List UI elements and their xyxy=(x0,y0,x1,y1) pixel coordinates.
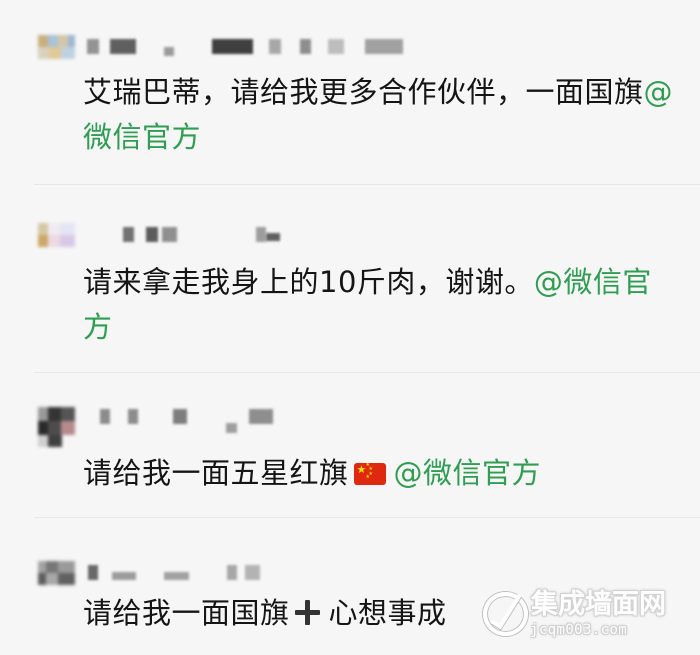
comment-item: 艾瑞巴蒂，请给我更多合作伙伴，一面国旗@微信官方 xyxy=(0,0,700,184)
username-blurred[interactable] xyxy=(87,39,99,54)
username-blurred xyxy=(269,39,281,54)
comment-header xyxy=(38,223,698,249)
avatar[interactable] xyxy=(38,561,75,585)
watermark-url: jcqm003.com xyxy=(530,622,628,638)
username-blurred xyxy=(245,565,260,580)
comment-text: 艾瑞巴蒂，请给我更多合作伙伴，一面国旗@微信官方 xyxy=(83,70,676,160)
username-blurred xyxy=(110,39,136,54)
username-blurred xyxy=(365,39,403,54)
username-blurred xyxy=(173,409,187,424)
avatar[interactable] xyxy=(38,223,75,247)
comment-body-suffix: 心想事成 xyxy=(328,596,447,630)
watermark: 集成墙面网 jcqm003.com xyxy=(483,589,688,640)
comment-header xyxy=(38,561,698,587)
avatar[interactable] xyxy=(38,407,75,447)
username-blurred xyxy=(226,423,237,433)
username-blurred xyxy=(162,227,177,242)
username-blurred xyxy=(146,227,158,242)
comment-text: 请来拿走我身上的10斤肉，谢谢。@微信官方 xyxy=(83,260,676,350)
username-blurred xyxy=(328,39,344,54)
watermark-brand: 集成墙面网 xyxy=(531,589,666,620)
comment-body: 请给我一面五星红旗 xyxy=(83,456,349,490)
comment-item: 请来拿走我身上的10斤肉，谢谢。@微信官方 xyxy=(0,185,700,372)
username-blurred xyxy=(164,572,189,580)
username-blurred xyxy=(249,409,273,424)
comment-item: 请给我一面五星红旗 ★ ★ ★ ★ ★ @微信官方 xyxy=(0,373,700,517)
comment-header xyxy=(38,407,698,447)
username-blurred xyxy=(212,39,253,54)
username-blurred[interactable] xyxy=(100,409,110,424)
username-blurred xyxy=(256,227,266,242)
username-blurred xyxy=(112,572,136,580)
mention-link[interactable]: @微信官方 xyxy=(394,456,542,490)
username-blurred xyxy=(227,565,237,580)
username-blurred[interactable] xyxy=(88,565,98,580)
china-flag-icon: ★ ★ ★ ★ ★ xyxy=(353,463,386,485)
username-blurred xyxy=(300,39,311,54)
plus-icon xyxy=(294,599,321,626)
avatar[interactable] xyxy=(38,35,75,59)
comment-header xyxy=(38,35,698,61)
comment-body: 请来拿走我身上的10斤肉，谢谢。 xyxy=(83,265,534,299)
username-blurred[interactable] xyxy=(123,227,134,242)
comment-body: 艾瑞巴蒂，请给我更多合作伙伴，一面国旗 xyxy=(83,75,644,109)
username-blurred xyxy=(164,47,174,56)
username-blurred xyxy=(266,233,280,241)
comment-body: 请给我一面国旗 xyxy=(83,596,290,630)
comment-text: 请给我一面五星红旗 ★ ★ ★ ★ ★ @微信官方 xyxy=(83,451,676,496)
username-blurred xyxy=(128,409,138,424)
comment-feed: 艾瑞巴蒂，请给我更多合作伙伴，一面国旗@微信官方 请来拿走我身上的10斤肉，谢谢… xyxy=(0,0,700,655)
watermark-logo-icon xyxy=(483,592,528,636)
